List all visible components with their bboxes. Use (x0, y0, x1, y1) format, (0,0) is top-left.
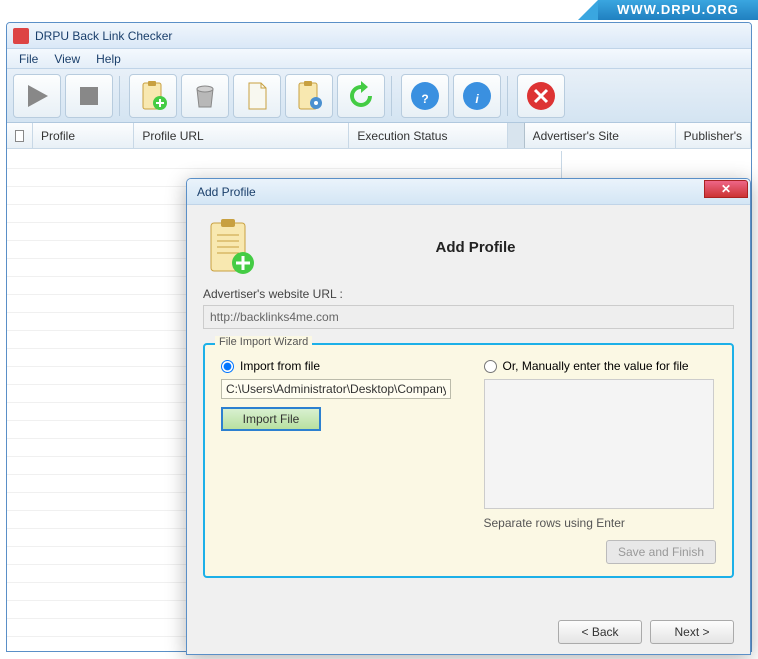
separate-rows-label: Separate rows using Enter (484, 516, 717, 530)
add-profile-button[interactable] (129, 74, 177, 118)
close-button[interactable] (517, 74, 565, 118)
settings-profile-button[interactable] (285, 74, 333, 118)
clipboard-gear-icon (292, 79, 326, 113)
dialog-header: Add Profile (203, 217, 734, 277)
column-publisher[interactable]: Publisher's (676, 123, 751, 148)
refresh-button[interactable] (337, 74, 385, 118)
menu-file[interactable]: File (11, 52, 46, 66)
manual-radio-label: Or, Manually enter the value for file (503, 359, 689, 373)
toolbar-separator (391, 76, 395, 116)
menu-help[interactable]: Help (88, 52, 129, 66)
play-icon (20, 79, 54, 113)
app-icon (13, 28, 29, 44)
window-title: DRPU Back Link Checker (35, 29, 172, 43)
refresh-icon (344, 79, 378, 113)
document-button[interactable] (233, 74, 281, 118)
import-from-file-radio[interactable]: Import from file (221, 359, 454, 373)
titlebar: DRPU Back Link Checker (7, 23, 751, 49)
wizard-right-column: Or, Manually enter the value for file Se… (484, 359, 717, 564)
dialog-title: Add Profile (197, 185, 256, 199)
column-checkbox[interactable] (7, 123, 33, 148)
watermark-banner: WWW.DRPU.ORG (598, 0, 758, 20)
close-circle-icon (524, 79, 558, 113)
dialog-close-button[interactable]: ✕ (704, 180, 748, 198)
back-button[interactable]: < Back (558, 620, 642, 644)
document-icon (240, 79, 274, 113)
file-path-input[interactable] (221, 379, 451, 399)
column-advertiser[interactable]: Advertiser's Site (525, 123, 676, 148)
url-section: Advertiser's website URL : (203, 287, 734, 329)
add-profile-dialog: Add Profile ✕ Add Profile Advertiser's w… (186, 178, 751, 655)
clipboard-add-icon (136, 79, 170, 113)
import-radio-label: Import from file (240, 359, 320, 373)
column-profile[interactable]: Profile (33, 123, 134, 148)
import-file-button[interactable]: Import File (221, 407, 321, 431)
file-import-wizard: File Import Wizard Import from file Impo… (203, 343, 734, 578)
toolbar: ? i (7, 69, 751, 123)
dialog-titlebar: Add Profile ✕ (187, 179, 750, 205)
help-icon: ? (408, 79, 442, 113)
play-button[interactable] (13, 74, 61, 118)
column-headers: Profile Profile URL Execution Status Adv… (7, 123, 751, 149)
next-button[interactable]: Next > (650, 620, 734, 644)
toolbar-separator (507, 76, 511, 116)
close-icon: ✕ (721, 182, 731, 196)
dialog-footer: < Back Next > (558, 620, 734, 644)
column-profile-url[interactable]: Profile URL (134, 123, 349, 148)
trash-icon (188, 79, 222, 113)
stop-button[interactable] (65, 74, 113, 118)
menubar: File View Help (7, 49, 751, 69)
advertiser-url-input (203, 305, 734, 329)
import-radio-input[interactable] (221, 360, 234, 373)
wizard-legend: File Import Wizard (215, 336, 312, 348)
info-button[interactable]: i (453, 74, 501, 118)
dialog-heading: Add Profile (277, 239, 734, 256)
manual-radio-input[interactable] (484, 360, 497, 373)
stop-icon (72, 79, 106, 113)
column-splitter[interactable] (508, 123, 525, 148)
manual-entry-radio[interactable]: Or, Manually enter the value for file (484, 359, 717, 373)
save-finish-button: Save and Finish (606, 540, 716, 564)
delete-button[interactable] (181, 74, 229, 118)
info-icon: i (460, 79, 494, 113)
svg-text:?: ? (421, 92, 428, 106)
help-button[interactable]: ? (401, 74, 449, 118)
wizard-left-column: Import from file Import File (221, 359, 454, 564)
clipboard-add-large-icon (203, 217, 257, 277)
menu-view[interactable]: View (46, 52, 88, 66)
toolbar-separator (119, 76, 123, 116)
manual-entry-textarea (484, 379, 714, 509)
url-label: Advertiser's website URL : (203, 287, 734, 301)
dialog-body: Add Profile Advertiser's website URL : F… (187, 205, 750, 590)
column-execution[interactable]: Execution Status (349, 123, 507, 148)
